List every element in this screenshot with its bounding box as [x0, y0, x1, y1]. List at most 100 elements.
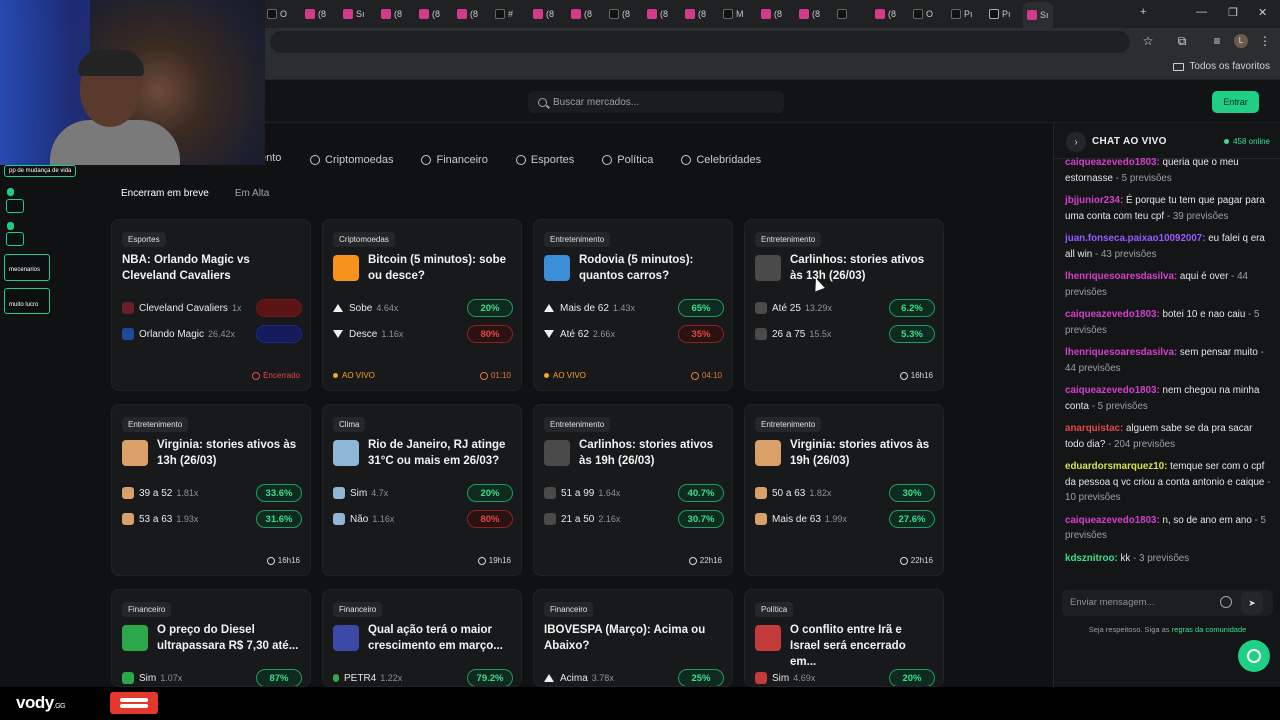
market-option[interactable]: Orlando Magic26.42x 10%	[122, 325, 302, 343]
market-option[interactable]: Sim 4.69x 20%	[755, 669, 935, 686]
community-rules-link[interactable]: regras da comunidade	[1172, 625, 1247, 634]
option-percentage-button[interactable]: 40.7%	[678, 484, 724, 502]
option-percentage-button[interactable]: 20%	[467, 299, 513, 317]
option-percentage-button[interactable]: 90%	[256, 299, 302, 317]
market-card[interactable]: Entretenimento Virginia: stories ativos à…	[744, 404, 944, 576]
category-tab-3[interactable]: Política	[602, 152, 653, 168]
all-bookmarks[interactable]: Todos os favoritos	[1173, 61, 1270, 72]
market-option[interactable]: Mais de 63 1.99x 27.6%	[755, 510, 935, 528]
market-search[interactable]: Buscar mercados...	[528, 91, 784, 113]
chat-username[interactable]: lhenriquesoaresdasilva:	[1065, 271, 1177, 282]
browser-tab[interactable]: (8	[377, 4, 406, 24]
option-percentage-button[interactable]: 20%	[467, 484, 513, 502]
market-option[interactable]: Mais de 62 1.43x 65%	[544, 299, 724, 317]
browser-tab[interactable]: (8	[415, 4, 444, 24]
market-card[interactable]: Financeiro O preço do Diesel ultrapassara…	[111, 589, 311, 687]
market-option[interactable]: Até 25 13.29x 6.2%	[755, 299, 935, 317]
market-option[interactable]: Desce 1.16x 80%	[333, 325, 513, 343]
option-percentage-button[interactable]: 27.6%	[889, 510, 935, 528]
market-option[interactable]: Cleveland Cavaliers1x 90%	[122, 299, 302, 317]
chevron-right-icon[interactable]: ›	[1066, 132, 1086, 152]
browser-tab[interactable]: (8	[643, 4, 672, 24]
option-percentage-button[interactable]: 65%	[678, 299, 724, 317]
market-title[interactable]: O preço do Diesel ultrapassara R$ 7,30 a…	[157, 622, 302, 654]
browser-tab[interactable]: (8	[567, 4, 596, 24]
browser-tab[interactable]: M	[719, 4, 748, 24]
browser-tab[interactable]: (8	[871, 4, 900, 24]
market-card[interactable]: Criptomoedas Bitcoin (5 minutos): sobe ou…	[322, 219, 522, 391]
tab-trending[interactable]: Em Alta	[235, 188, 269, 199]
category-tab-0[interactable]: Criptomoedas	[310, 152, 393, 168]
market-title[interactable]: IBOVESPA (Março): Acima ou Abaixo?	[544, 622, 724, 654]
market-card[interactable]: Entretenimento Virginia: stories ativos à…	[111, 404, 311, 576]
market-option[interactable]: 39 a 52 1.81x 33.6%	[122, 484, 302, 502]
market-title[interactable]: O conflito entre Irã e Israel será encer…	[790, 622, 935, 670]
browser-tab[interactable]: (8	[301, 4, 330, 24]
option-percentage-button[interactable]: 31.6%	[256, 510, 302, 528]
browser-tab[interactable]: O	[909, 4, 937, 24]
tab-closing-soon[interactable]: Encerram em breve	[121, 188, 209, 199]
market-option[interactable]: Sim 1.07x 87%	[122, 669, 302, 686]
menu-kebab-icon[interactable]: ⋮	[1258, 34, 1272, 48]
browser-tab[interactable]: Pı	[985, 4, 1015, 24]
market-option[interactable]: Acima 3.78x 25%	[544, 669, 724, 686]
send-button[interactable]: ➤	[1241, 592, 1263, 614]
profile-avatar[interactable]: L	[1234, 34, 1248, 48]
option-percentage-button[interactable]: 35%	[678, 325, 724, 343]
option-percentage-button[interactable]: 79.2%	[467, 669, 513, 686]
emoji-icon[interactable]	[1220, 596, 1232, 608]
market-card[interactable]: Entretenimento Carlinhos: stories ativos …	[744, 219, 944, 391]
browser-tab[interactable]: (8	[795, 4, 824, 24]
market-title[interactable]: Virginia: stories ativos às 19h (26/03)	[790, 437, 935, 469]
media-icon[interactable]: ≡	[1210, 34, 1224, 48]
chat-username[interactable]: kdsznitroo:	[1065, 553, 1118, 564]
browser-tab[interactable]: Sı	[1023, 2, 1053, 28]
market-card[interactable]: Financeiro Qual ação terá o maior crescim…	[322, 589, 522, 687]
market-card[interactable]: Esportes NBA: Orlando Magic vs Cleveland …	[111, 219, 311, 391]
market-card[interactable]: Política O conflito entre Irã e Israel se…	[744, 589, 944, 687]
market-title[interactable]: Qual ação terá o maior crescimento em ma…	[368, 622, 513, 654]
chat-username[interactable]: caiqueazevedo1803:	[1065, 515, 1160, 526]
category-tab-2[interactable]: Esportes	[515, 152, 574, 168]
option-percentage-button[interactable]: 30.7%	[678, 510, 724, 528]
market-option[interactable]: 50 a 63 1.82x 30%	[755, 484, 935, 502]
browser-tab[interactable]: (8	[529, 4, 558, 24]
url-field[interactable]	[270, 31, 1130, 53]
market-title[interactable]: Virginia: stories ativos às 13h (26/03)	[157, 437, 302, 469]
browser-tab[interactable]	[833, 4, 854, 24]
market-option[interactable]: Até 62 2.66x 35%	[544, 325, 724, 343]
chat-username[interactable]: lhenriquesoaresdasilva:	[1065, 347, 1177, 358]
option-percentage-button[interactable]: 10%	[256, 325, 302, 343]
chat-username[interactable]: caiqueazevedo1803:	[1065, 309, 1160, 320]
browser-tab[interactable]: O	[263, 4, 291, 24]
market-option[interactable]: Sim 4.7x 20%	[333, 484, 513, 502]
browser-tab[interactable]: (8	[453, 4, 482, 24]
option-percentage-button[interactable]: 5.3%	[889, 325, 935, 343]
market-option[interactable]: Não 1.16x 80%	[333, 510, 513, 528]
market-card[interactable]: Entretenimento Rodovia (5 minutos): quant…	[533, 219, 733, 391]
market-option[interactable]: Sobe 4.64x 20%	[333, 299, 513, 317]
chat-username[interactable]: anarquistac:	[1065, 423, 1123, 434]
chat-username[interactable]: caiqueazevedo1803:	[1065, 385, 1160, 396]
market-card[interactable]: Entretenimento Carlinhos: stories ativos …	[533, 404, 733, 576]
restore-icon[interactable]: ❐	[1228, 6, 1238, 19]
option-percentage-button[interactable]: 80%	[467, 510, 513, 528]
option-percentage-button[interactable]: 20%	[889, 669, 935, 686]
star-icon[interactable]: ☆	[1141, 34, 1155, 48]
category-tab-1[interactable]: Financeiro	[421, 152, 488, 168]
close-window-icon[interactable]: ✕	[1258, 6, 1267, 19]
market-card[interactable]: Financeiro IBOVESPA (Março): Acima ou Aba…	[533, 589, 733, 687]
browser-tab[interactable]: (8	[681, 4, 710, 24]
market-title[interactable]: Bitcoin (5 minutos): sobe ou desce?	[368, 252, 513, 284]
browser-tab[interactable]: Sı	[339, 4, 369, 24]
option-percentage-button[interactable]: 80%	[467, 325, 513, 343]
chat-username[interactable]: caiqueazevedo1803:	[1065, 157, 1160, 168]
option-percentage-button[interactable]: 87%	[256, 669, 302, 686]
chat-username[interactable]: eduardorsmarquez10:	[1065, 461, 1167, 472]
browser-tab[interactable]: Pı	[947, 4, 977, 24]
market-card[interactable]: Clima Rio de Janeiro, RJ atinge 31°C ou m…	[322, 404, 522, 576]
market-option[interactable]: 21 a 50 2.16x 30.7%	[544, 510, 724, 528]
market-option[interactable]: PETR4 1.22x 79.2%	[333, 669, 513, 686]
minimize-icon[interactable]: —	[1196, 6, 1207, 18]
option-percentage-button[interactable]: 25%	[678, 669, 724, 686]
